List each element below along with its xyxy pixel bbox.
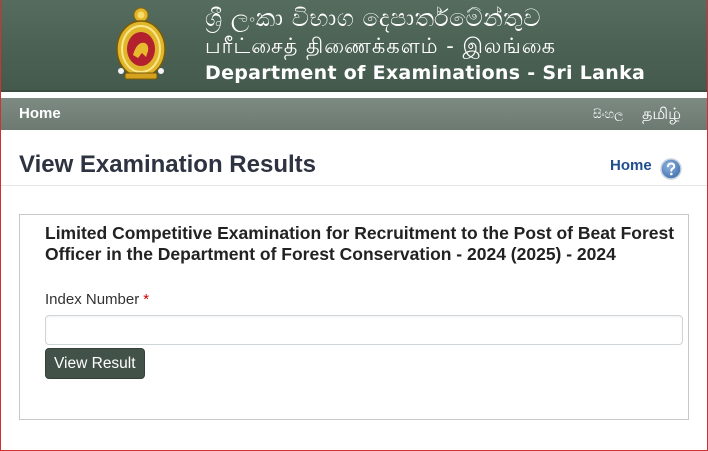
language-tamil-link[interactable]: தமிழ் <box>642 104 681 125</box>
language-sinhala-link[interactable]: සිංහල <box>593 107 623 122</box>
required-asterisk: * <box>143 291 150 308</box>
banner-titles: ශ්‍රී ලංකා විභාග දෙපාර්තමේන්තුව பரீட்சைத… <box>205 4 645 86</box>
page-home-link[interactable]: Home <box>610 157 652 174</box>
index-number-input[interactable] <box>45 315 683 345</box>
banner-title-english: Department of Examinations - Sri Lanka <box>205 62 646 84</box>
page-title: View Examination Results <box>19 151 316 178</box>
exam-title: Limited Competitive Examination for Recr… <box>45 223 675 264</box>
index-number-label: Index Number * <box>45 291 149 308</box>
top-navbar: Home සිංහල தமிழ் <box>1 98 707 130</box>
title-divider <box>1 185 707 186</box>
view-result-button[interactable]: View Result <box>45 348 145 379</box>
banner-title-sinhala: ශ්‍රී ලංකා විභාග දෙපාර්තමේන්තුව <box>205 4 541 32</box>
banner-title-tamil: பரீட்சைத் திணைக்களம் - இலங்கை <box>205 34 557 58</box>
site-banner: ශ්‍රී ලංකා විභාග දෙපාර්තමේන්තුව பரீட்சைத… <box>1 0 707 92</box>
index-number-label-text: Index Number <box>45 291 140 308</box>
help-question-icon[interactable] <box>660 158 682 180</box>
results-form-panel: Limited Competitive Examination for Recr… <box>19 214 689 420</box>
sri-lanka-emblem-icon <box>116 7 166 80</box>
nav-home-link[interactable]: Home <box>19 105 61 122</box>
